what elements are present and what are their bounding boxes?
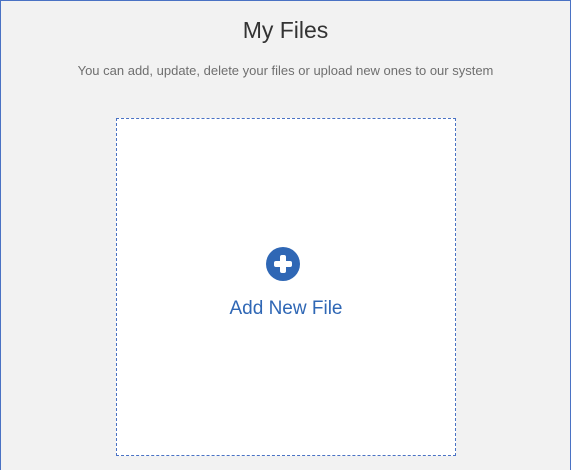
add-new-file-dropzone[interactable]: Add New File [116, 118, 456, 456]
plus-circle-icon[interactable] [266, 247, 300, 281]
page-title: My Files [242, 17, 329, 43]
add-new-file-label[interactable]: Add New File [117, 298, 455, 320]
my-files-panel: My Files You can add, update, delete you… [0, 0, 571, 470]
page-subtitle: You can add, update, delete your files o… [77, 63, 494, 78]
